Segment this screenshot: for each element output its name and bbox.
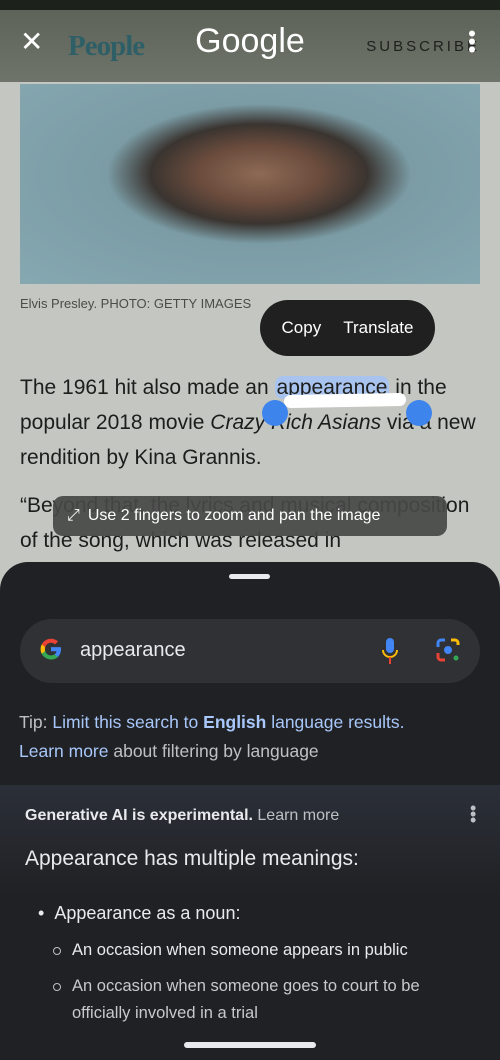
sub-item: An occasion when someone appears in publ… — [53, 937, 472, 964]
ai-title: Appearance has multiple meanings: — [25, 847, 359, 870]
movie-title: Crazy Rich Asians — [210, 411, 382, 434]
link-text: Limit this search to — [52, 712, 204, 732]
toast-text: Use 2 fingers to zoom and pan the image — [87, 507, 381, 524]
language-name: English — [203, 712, 267, 732]
search-input[interactable]: appearance — [80, 639, 186, 662]
selection-handle-start[interactable] — [262, 400, 288, 426]
learn-more-link[interactable]: Learn more — [19, 741, 109, 761]
header: ✕ People Google SUBSCRIBE • • • — [0, 10, 500, 82]
pinch-zoom-icon: ⤢ — [67, 507, 80, 524]
photo-caption: Elvis Presley. PHOTO: GETTY IMAGES — [20, 296, 252, 311]
limit-language-link[interactable]: Limit this search to English language re… — [52, 712, 404, 732]
gesture-nav-bar[interactable] — [184, 1042, 316, 1048]
search-bar[interactable]: appearance — [20, 619, 480, 683]
sub-item: An occasion when someone goes to court t… — [53, 973, 472, 1027]
text: The 1961 hit also made an — [20, 376, 275, 399]
ai-more-icon[interactable]: • • • — [470, 799, 476, 829]
copy-button[interactable]: Copy — [282, 318, 322, 338]
subscribe-link: SUBSCRIBE — [366, 38, 480, 55]
ai-learn-more-link[interactable]: Learn more — [257, 807, 339, 824]
mic-icon[interactable] — [382, 637, 398, 665]
drag-handle[interactable] — [229, 574, 270, 579]
tip-label: Tip: — [19, 712, 53, 732]
selection-handle-end[interactable] — [406, 400, 432, 426]
article-photo — [20, 84, 480, 284]
language-tip: Tip: Limit this search to English langua… — [19, 708, 484, 766]
lens-icon[interactable] — [435, 637, 461, 663]
translate-button[interactable]: Translate — [343, 318, 413, 338]
link-text: language results. — [266, 712, 405, 732]
ai-notice: Generative AI is experimental. Learn mor… — [25, 807, 339, 825]
ai-overview: Generative AI is experimental. Learn mor… — [0, 785, 500, 1060]
status-bar — [0, 0, 500, 10]
notice-text: Generative AI is experimental. — [25, 807, 253, 824]
tip-suffix: about filtering by language — [108, 741, 319, 761]
selection-popup: Copy Translate — [260, 300, 435, 356]
search-bottom-sheet: appearance Tip: Limit this search to Eng… — [0, 562, 500, 1060]
more-vert-icon[interactable]: • • • — [468, 23, 476, 61]
zoom-hint-toast: ⤢ Use 2 fingers to zoom and pan the imag… — [53, 496, 447, 536]
google-g-icon — [37, 635, 65, 670]
selection-scribble — [283, 392, 407, 409]
bullet-item: • Appearance as a noun: — [38, 903, 241, 923]
bullet-text: Appearance as a noun: — [54, 903, 241, 923]
